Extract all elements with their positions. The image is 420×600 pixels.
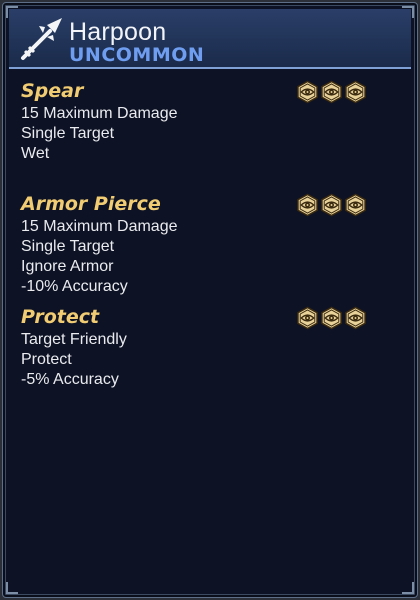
frame-corner-ornament — [6, 582, 18, 594]
ability-stat: Single Target — [21, 125, 115, 142]
ability-stat: Wet — [21, 145, 50, 162]
eye-token-icon — [321, 80, 342, 104]
ability-spear: Spear 15 Maximum Damage Single Target We… — [21, 79, 367, 164]
item-tooltip: Harpoon UNCOMMON Spear 15 Maximum Damage… — [2, 2, 418, 598]
ability-stat: Protect — [21, 351, 72, 368]
harpoon-icon — [21, 18, 62, 60]
eye-token-icon — [345, 306, 366, 330]
ability-stat: 15 Maximum Damage — [21, 105, 178, 122]
eye-token-icon — [321, 193, 342, 217]
ability-stat: -5% Accuracy — [21, 371, 119, 388]
frame-corner-ornament — [402, 582, 414, 594]
item-rarity: UNCOMMON — [69, 44, 205, 66]
ability-stat: Ignore Armor — [21, 258, 114, 275]
eye-token-icon — [297, 80, 318, 104]
eye-token-icon — [297, 193, 318, 217]
eye-token-icon — [297, 306, 318, 330]
ability-stat: -10% Accuracy — [21, 278, 128, 295]
tooltip-header: Harpoon UNCOMMON — [9, 9, 411, 69]
ability-stat: Target Friendly — [21, 331, 127, 348]
ability-cost-icons — [296, 80, 367, 104]
ability-stat: Single Target — [21, 238, 115, 255]
ability-cost-icons — [296, 193, 367, 217]
ability-stat: 15 Maximum Damage — [21, 218, 178, 235]
ability-armor-pierce: Armor Pierce 15 Maximum Damage Single Ta… — [21, 192, 367, 297]
eye-token-icon — [345, 193, 366, 217]
eye-token-icon — [345, 80, 366, 104]
item-name: Harpoon — [69, 18, 167, 46]
ability-protect: Protect Target Friendly Protect -5% Accu… — [21, 305, 367, 390]
ability-cost-icons — [296, 306, 367, 330]
eye-token-icon — [321, 306, 342, 330]
